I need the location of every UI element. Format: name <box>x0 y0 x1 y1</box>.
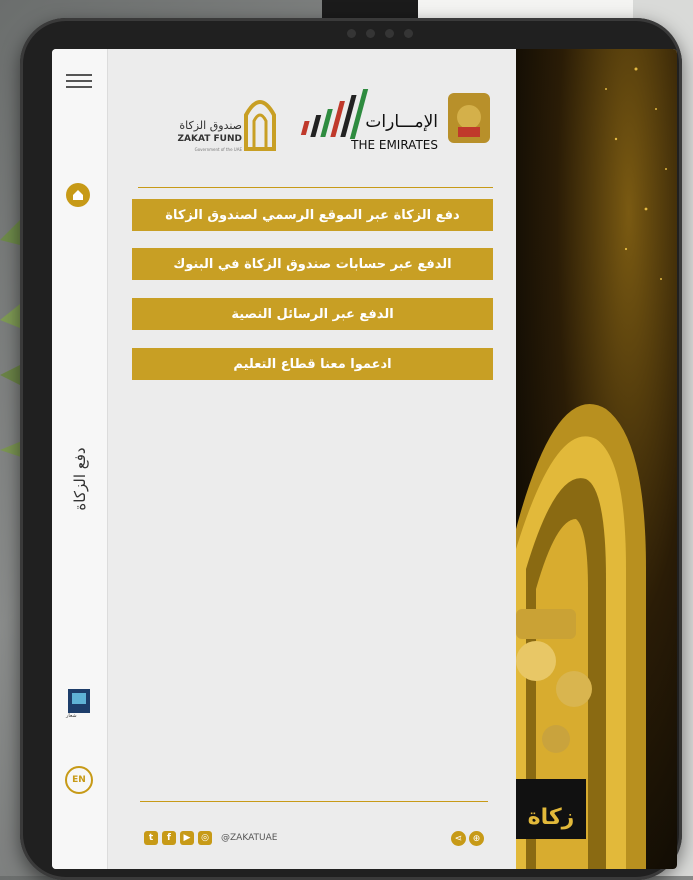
social-handle: @ZAKATUAE <box>221 833 278 843</box>
left-sidebar: دفع الزكاة شعار EN <box>52 49 108 869</box>
zakat-logo-arabic: صندوق الزكاة <box>179 119 242 132</box>
youtube-icon[interactable]: ▶ <box>180 831 194 845</box>
home-icon[interactable] <box>66 183 90 207</box>
emirates-logo-arabic: الإمـــارات <box>365 112 438 132</box>
tablet-device: دفع الزكاة شعار EN الإمـــارات THE EMIRA… <box>20 18 682 880</box>
zakat-fund-arch-icon <box>244 100 276 151</box>
uae-emblem-icon <box>448 93 490 143</box>
social-links: t f ▶ ◎ @ZAKATUAE <box>144 831 277 845</box>
background-dark-block <box>322 0 418 18</box>
accessibility-logo-caption: شعار <box>66 713 77 719</box>
camera-bar <box>320 25 440 41</box>
zakat-logo-english: ZAKAT FUND <box>178 134 242 144</box>
globe-icon[interactable]: ⊕ <box>469 831 484 846</box>
share-icon[interactable]: ⋖ <box>451 831 466 846</box>
facebook-icon[interactable]: f <box>162 831 176 845</box>
footer-divider <box>140 801 488 802</box>
accessibility-logo-icon[interactable]: شعار <box>66 689 90 719</box>
header-logos: الإمـــارات THE EMIRATES صندوق الزكاة ZA… <box>178 89 490 152</box>
menu-pay-official-site-button[interactable]: دفع الزكاة عبر الموقع الرسمي لصندوق الزك… <box>132 199 493 231</box>
tablet-screen: دفع الزكاة شعار EN الإمـــارات THE EMIRA… <box>52 49 677 869</box>
zakat-logo-sub: Government of the UAE <box>195 147 243 152</box>
hero-caption: زكاة <box>528 805 575 830</box>
main-menu-panel: الإمـــارات THE EMIRATES صندوق الزكاة ZA… <box>108 49 516 869</box>
hero-golden-arch-image: زكاة <box>516 67 667 869</box>
footer-bar: t f ▶ ◎ @ZAKATUAE ⋖ ⊕ <box>144 831 484 853</box>
twitter-icon[interactable]: t <box>144 831 158 845</box>
header-divider <box>138 187 493 188</box>
language-toggle-button[interactable]: EN <box>65 766 93 794</box>
hero-image-panel: زكاة <box>516 49 677 869</box>
emirates-flag-stripes-icon <box>300 89 369 139</box>
menu-pay-bank-accounts-button[interactable]: الدفع عبر حسابات صندوق الزكاة في البنوك <box>132 248 493 280</box>
instagram-icon[interactable]: ◎ <box>198 831 212 845</box>
menu-support-education-button[interactable]: ادعموا معنا قطاع التعليم <box>132 348 493 380</box>
sidebar-vertical-title: دفع الزكاة <box>70 447 89 511</box>
emirates-logo-english: THE EMIRATES <box>350 138 438 152</box>
footer-right-icons: ⋖ ⊕ <box>451 831 484 846</box>
menu-pay-sms-button[interactable]: الدفع عبر الرسائل النصية <box>132 298 493 330</box>
hamburger-menu-icon[interactable] <box>66 70 92 92</box>
